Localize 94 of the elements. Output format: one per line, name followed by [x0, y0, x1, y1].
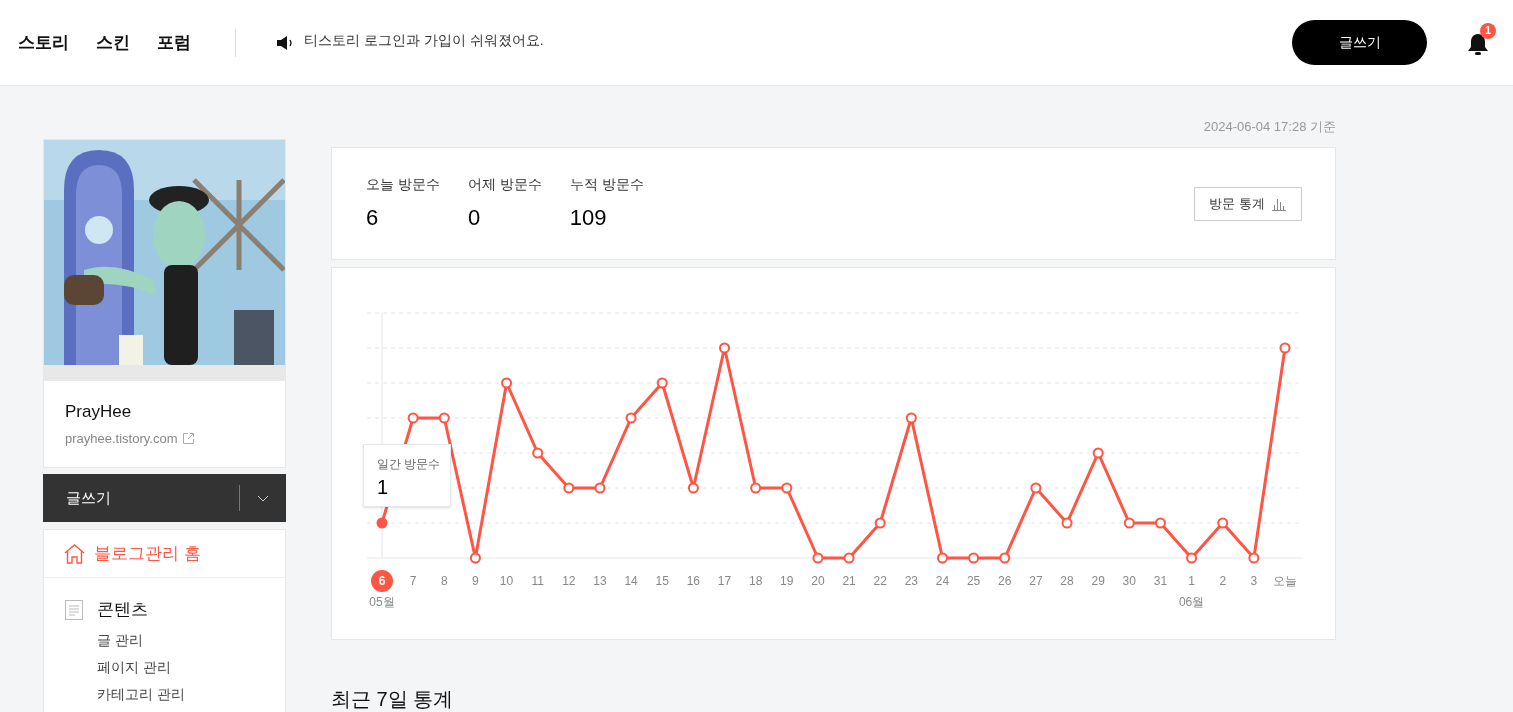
stat-value: 109: [569, 204, 608, 232]
write-menu-button[interactable]: 글쓰기: [43, 474, 239, 522]
data-point[interactable]: [750, 482, 762, 494]
data-point[interactable]: [376, 517, 388, 529]
day-label[interactable]: 30: [1122, 570, 1136, 592]
month-label: 06월: [1178, 594, 1205, 611]
external-link-icon[interactable]: [182, 431, 196, 445]
nav-link[interactable]: 포럼: [157, 29, 191, 56]
menu-link[interactable]: 페이지 관리: [97, 653, 285, 681]
day-label[interactable]: 28: [1060, 570, 1074, 592]
data-point[interactable]: [625, 412, 637, 424]
day-label[interactable]: 22: [873, 570, 887, 592]
month-label: 05월: [369, 594, 395, 611]
data-point[interactable]: [469, 552, 481, 564]
data-point[interactable]: [937, 552, 948, 564]
day-label[interactable]: 31: [1153, 570, 1168, 592]
day-label[interactable]: 25: [966, 570, 981, 592]
day-label[interactable]: 2: [1219, 570, 1227, 592]
data-point[interactable]: [999, 552, 1011, 564]
day-label[interactable]: 16: [686, 570, 701, 592]
day-label[interactable]: 12: [562, 570, 576, 592]
bell-icon[interactable]: [1467, 32, 1489, 57]
data-point[interactable]: [501, 377, 513, 389]
stat-label: 오늘 방문수: [366, 175, 440, 194]
day-label[interactable]: 오늘: [1273, 570, 1297, 592]
day-label[interactable]: 27: [1029, 570, 1043, 592]
section-title: 콘텐츠: [97, 599, 148, 621]
data-point[interactable]: [1061, 517, 1073, 529]
day-label[interactable]: 18: [748, 570, 763, 592]
day-label[interactable]: 9: [472, 570, 479, 592]
day-label[interactable]: 17: [717, 570, 732, 592]
speaker-icon: [276, 34, 294, 51]
data-point[interactable]: [781, 482, 793, 494]
day-label[interactable]: 19: [780, 570, 794, 592]
day-label[interactable]: 20: [811, 570, 825, 592]
data-point[interactable]: [874, 517, 886, 529]
data-point[interactable]: [1123, 517, 1135, 529]
data-point[interactable]: [1279, 342, 1291, 354]
data-point[interactable]: [968, 552, 980, 564]
nav-link[interactable]: 스킨: [96, 29, 130, 56]
timestamp: 2024-06-04 17:28 기준: [1203, 118, 1336, 136]
notification-badge: 1: [1480, 22, 1496, 39]
stats-button[interactable]: 방문 통계: [1194, 187, 1302, 221]
day-label[interactable]: 21: [842, 570, 856, 592]
day-label[interactable]: 13: [593, 570, 607, 592]
data-point[interactable]: [719, 342, 730, 354]
data-point[interactable]: [1092, 447, 1104, 459]
stat-value: 6: [366, 204, 380, 232]
data-point[interactable]: [438, 412, 450, 424]
data-point[interactable]: [905, 412, 917, 424]
chevron-down-icon: [257, 494, 269, 502]
day-label[interactable]: 15: [655, 570, 669, 592]
data-point[interactable]: [656, 377, 668, 389]
day-label[interactable]: 14: [624, 570, 638, 592]
day-label[interactable]: 26: [998, 570, 1012, 592]
data-point[interactable]: [1217, 517, 1229, 529]
data-point[interactable]: [407, 412, 419, 424]
day-label[interactable]: 6: [371, 570, 393, 592]
home-icon: [64, 543, 85, 564]
tooltip-label: 일간 방문수: [377, 456, 437, 473]
home-menu-item[interactable]: 블로그관리 홈: [44, 530, 285, 578]
tooltip-value: 1: [377, 475, 390, 500]
stat-label: 누적 방문수: [569, 175, 644, 194]
data-point[interactable]: [687, 482, 699, 494]
data-point[interactable]: [1154, 517, 1166, 529]
day-label[interactable]: 23: [904, 570, 918, 592]
day-label[interactable]: 8: [440, 570, 448, 592]
day-label[interactable]: 3: [1250, 570, 1258, 592]
day-label[interactable]: 29: [1091, 570, 1105, 592]
data-point[interactable]: [594, 482, 606, 494]
day-label[interactable]: 24: [935, 570, 950, 592]
data-point[interactable]: [532, 447, 544, 459]
data-point[interactable]: [812, 552, 824, 564]
data-point[interactable]: [1030, 482, 1042, 494]
write-button[interactable]: 글쓰기: [1292, 20, 1427, 65]
day-label[interactable]: 7: [409, 570, 417, 592]
nav-link[interactable]: 스토리: [18, 29, 69, 56]
notice-text: 티스토리 로그인과 가입이 쉬워졌어요.: [304, 31, 544, 50]
stat-value: 0: [467, 204, 482, 232]
data-point[interactable]: [843, 552, 855, 564]
bar-chart-icon: [1271, 197, 1287, 211]
blog-name: PrayHee: [65, 401, 133, 423]
stat-label: 어제 방문수: [467, 175, 542, 194]
menu-link[interactable]: 글 관리: [97, 626, 285, 654]
menu-link[interactable]: 카테고리 관리: [97, 680, 285, 708]
data-point[interactable]: [1248, 552, 1260, 564]
day-label[interactable]: 1: [1188, 570, 1195, 592]
data-point[interactable]: [563, 482, 575, 494]
document-icon: [65, 599, 83, 620]
day-label[interactable]: 10: [499, 570, 514, 592]
blog-url[interactable]: prayhee.tistory.com: [65, 428, 178, 448]
data-point[interactable]: [1186, 552, 1198, 564]
section-heading: 최근 7일 통계: [331, 687, 455, 712]
day-label[interactable]: 11: [531, 570, 544, 592]
